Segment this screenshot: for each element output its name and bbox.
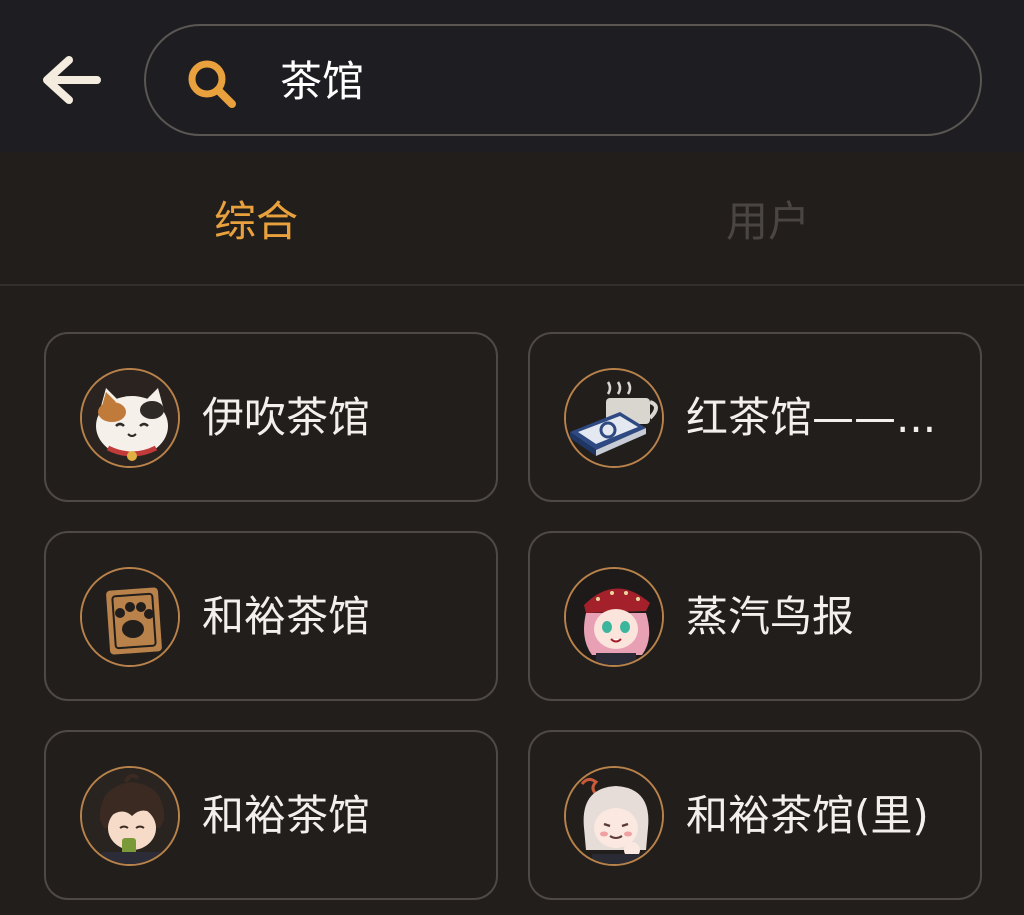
result-card[interactable]: 红茶馆——... <box>528 332 982 502</box>
result-title: 伊吹茶馆 <box>202 393 371 442</box>
back-button[interactable] <box>36 48 106 112</box>
result-card[interactable]: 和裕茶馆 <box>44 531 498 701</box>
result-title: 蒸汽鸟报 <box>686 592 855 641</box>
arrow-left-icon <box>43 56 101 104</box>
pink-hair-girl-avatar <box>564 567 664 667</box>
white-hair-girl-avatar <box>564 766 664 866</box>
result-card[interactable]: 和裕茶馆(里) <box>528 730 982 900</box>
tab-users[interactable]: 用户 <box>618 190 918 254</box>
teacup-book-avatar <box>564 368 664 468</box>
paw-card-avatar <box>80 567 180 667</box>
result-card[interactable]: 和裕茶馆 <box>44 730 498 900</box>
result-title: 和裕茶馆(里) <box>686 791 929 840</box>
result-card[interactable]: 蒸汽鸟报 <box>528 531 982 701</box>
result-title: 和裕茶馆 <box>202 791 371 840</box>
tab-general[interactable]: 综合 <box>106 190 406 254</box>
search-icon <box>188 60 236 108</box>
brown-hair-boy-avatar <box>80 766 180 866</box>
top-bar: 茶馆 <box>0 0 1024 152</box>
lucky-cat-avatar <box>80 368 180 468</box>
tab-bar: 综合 用户 <box>0 152 1024 286</box>
result-card[interactable]: 伊吹茶馆 <box>44 332 498 502</box>
result-title: 和裕茶馆 <box>202 592 371 641</box>
search-input[interactable]: 茶馆 <box>280 52 364 112</box>
result-title: 红茶馆——... <box>686 393 937 442</box>
search-box[interactable]: 茶馆 <box>144 24 982 136</box>
